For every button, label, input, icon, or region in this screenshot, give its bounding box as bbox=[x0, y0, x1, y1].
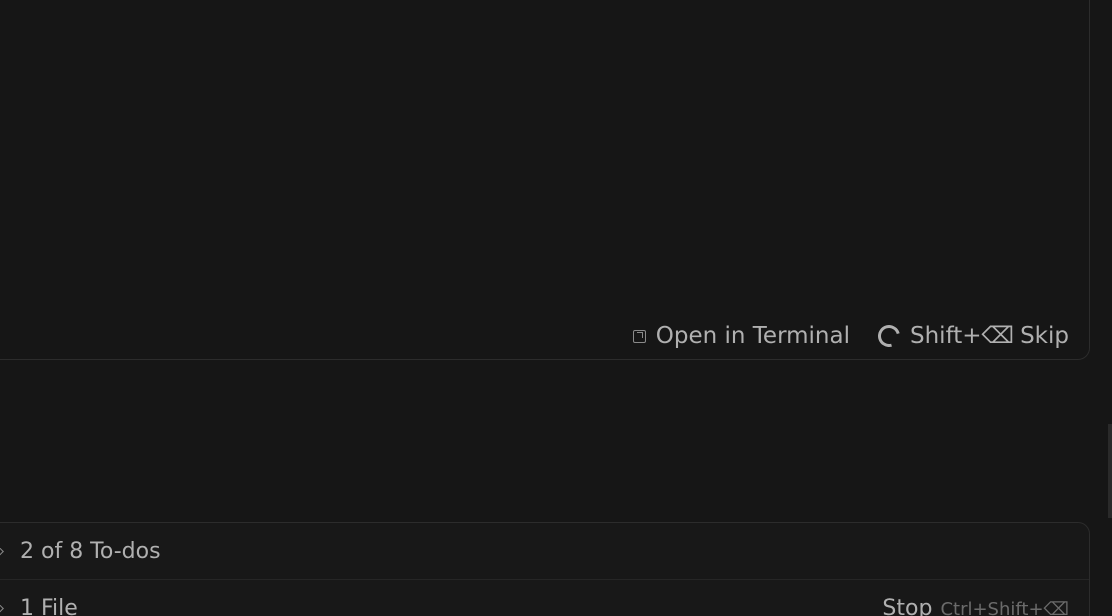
terminal-actions: Open in Terminal Shift+⌫ Skip bbox=[632, 320, 1069, 352]
status-panel: 2 of 8 To-dos 1 File Stop Ctrl+Shift+⌫ bbox=[0, 522, 1090, 616]
external-open-icon bbox=[632, 329, 646, 343]
agent-chat-view: Open in Terminal Shift+⌫ Skip 2 of 8 To-… bbox=[0, 0, 1112, 616]
open-in-terminal-label: Open in Terminal bbox=[655, 323, 850, 349]
todos-label: 2 of 8 To-dos bbox=[20, 538, 161, 564]
skip-button[interactable]: Shift+⌫ Skip bbox=[873, 320, 1069, 352]
todos-row[interactable]: 2 of 8 To-dos bbox=[0, 523, 1089, 580]
skip-group: Shift+⌫ Skip bbox=[910, 323, 1069, 349]
scrollbar-thumb[interactable] bbox=[1108, 424, 1112, 518]
files-label: 1 File bbox=[20, 595, 78, 616]
skip-shortcut: Shift+⌫ bbox=[910, 323, 1015, 349]
stop-label: Stop bbox=[882, 595, 933, 616]
stop-shortcut: Ctrl+Shift+⌫ bbox=[940, 598, 1069, 616]
spinner-icon bbox=[873, 320, 905, 352]
files-row[interactable]: 1 File Stop Ctrl+Shift+⌫ bbox=[0, 580, 1089, 616]
chevron-right-icon bbox=[0, 544, 4, 558]
open-in-terminal-button[interactable]: Open in Terminal bbox=[632, 323, 850, 349]
terminal-output-panel: Open in Terminal Shift+⌫ Skip bbox=[0, 0, 1090, 360]
stop-button[interactable]: Stop Ctrl+Shift+⌫ bbox=[882, 596, 1069, 616]
skip-label: Skip bbox=[1020, 323, 1069, 349]
chevron-right-icon bbox=[0, 601, 4, 615]
